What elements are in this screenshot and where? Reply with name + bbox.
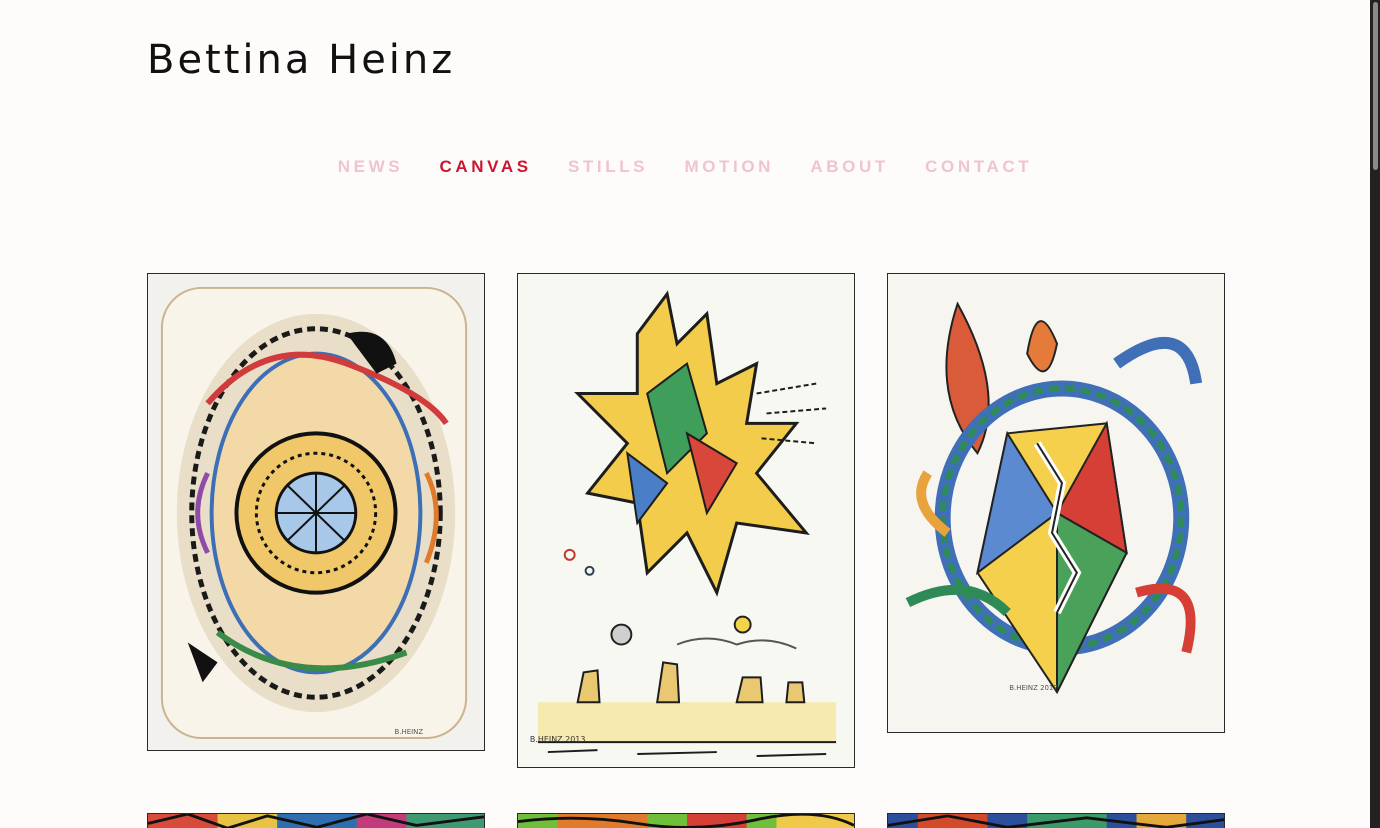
artwork-thumbnail-3[interactable]: B.HEINZ 2017	[887, 273, 1225, 733]
artwork-image-2: B.HEINZ 2013	[518, 274, 854, 767]
nav-item-contact[interactable]: CONTACT	[925, 156, 1032, 178]
artwork-image-4	[148, 814, 484, 828]
artwork-image-1: B.HEINZ	[148, 274, 484, 750]
nav-item-stills[interactable]: STILLS	[568, 156, 648, 178]
artwork-thumbnail-2[interactable]: B.HEINZ 2013	[517, 273, 855, 768]
artwork-thumbnail-6[interactable]	[887, 813, 1225, 828]
nav-item-canvas[interactable]: CANVAS	[440, 156, 532, 178]
scrollbar-track[interactable]	[1370, 0, 1380, 828]
artwork-thumbnail-4[interactable]	[147, 813, 485, 828]
nav-item-motion[interactable]: MOTION	[684, 156, 774, 178]
artwork-thumbnail-1[interactable]: B.HEINZ	[147, 273, 485, 751]
artwork-image-3: B.HEINZ 2017	[888, 274, 1224, 732]
artwork-image-5	[518, 814, 854, 828]
nav-item-news[interactable]: NEWS	[338, 156, 403, 178]
artwork-3-signature: B.HEINZ 2017	[1009, 684, 1057, 692]
artwork-1-signature: B.HEINZ	[395, 728, 424, 736]
nav-item-about[interactable]: ABOUT	[810, 156, 888, 178]
scrollbar-thumb[interactable]	[1373, 2, 1378, 170]
main-nav: NEWS CANVAS STILLS MOTION ABOUT CONTACT	[0, 156, 1370, 178]
artwork-thumbnail-5[interactable]	[517, 813, 855, 828]
artwork-2-signature: B.HEINZ 2013	[530, 735, 585, 744]
site-title[interactable]: Bettina Heinz	[147, 34, 455, 86]
artwork-image-6	[888, 814, 1224, 828]
